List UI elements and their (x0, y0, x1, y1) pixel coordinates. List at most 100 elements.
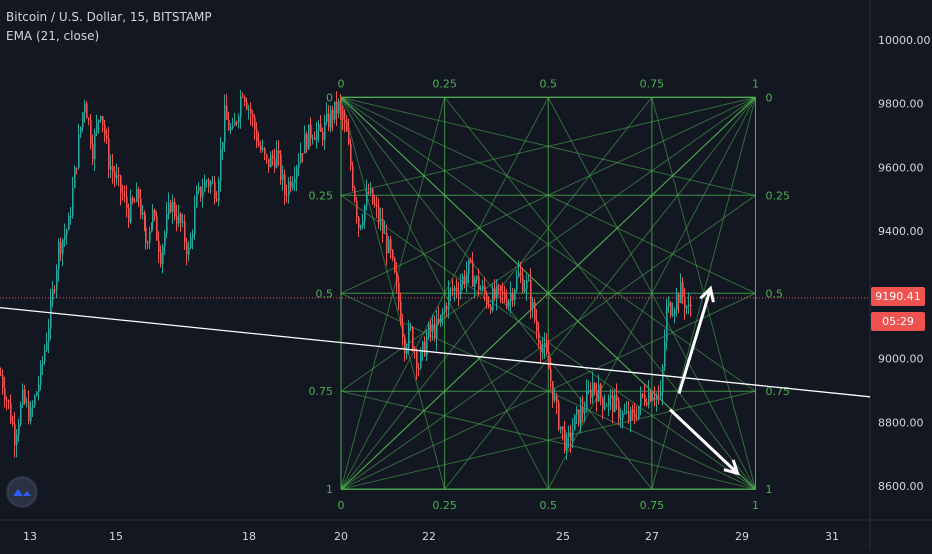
candle-body (606, 405, 608, 407)
candle-body (402, 324, 404, 338)
candle-body (550, 369, 552, 382)
candle-body (450, 288, 452, 291)
fib-label-bottom: 0 (338, 499, 345, 512)
fib-label-top: 1 (752, 77, 759, 90)
candle-body (516, 276, 518, 291)
candle-body (436, 318, 438, 339)
candle-body (120, 175, 122, 193)
candle-body (336, 101, 338, 114)
candle-body (60, 241, 62, 254)
candle-body (604, 406, 606, 409)
candle-body (554, 395, 556, 401)
candle-body (546, 343, 548, 352)
candle-body (662, 366, 664, 393)
candle-body (354, 188, 356, 201)
candle-body (174, 201, 176, 217)
candle-body (610, 395, 612, 398)
candle-body (454, 287, 456, 291)
candle-body (72, 188, 74, 216)
candle-body (190, 237, 192, 249)
candle-body (298, 162, 300, 168)
candle-body (168, 202, 170, 215)
candle-body (280, 153, 282, 180)
x-tick-label: 25 (556, 530, 570, 543)
candle-body (156, 215, 158, 241)
candle-body (50, 300, 52, 329)
legend-indicator: EMA (21, close) (6, 29, 100, 43)
fib-label-top: 0.25 (432, 77, 457, 90)
candle-body (648, 392, 650, 405)
candle-body (400, 301, 402, 325)
candle-body (4, 388, 6, 400)
candle-body (482, 285, 484, 289)
candle-body (272, 155, 274, 159)
candle-body (64, 234, 66, 240)
candle-body (2, 374, 4, 389)
candle-body (182, 221, 184, 223)
candle-body (130, 197, 132, 223)
candle-body (136, 189, 138, 202)
candle-body (164, 233, 166, 247)
candle-body (152, 209, 154, 223)
candle-body (456, 287, 458, 292)
candle-body (562, 426, 564, 430)
candle-body (110, 166, 112, 170)
candle-body (378, 206, 380, 222)
candle-body (372, 188, 374, 204)
candle-body (316, 130, 318, 140)
candle-body (376, 205, 378, 207)
candle-body (204, 181, 206, 192)
candle-body (586, 391, 588, 412)
candle-body (86, 103, 88, 119)
fib-label-right: 0.25 (766, 189, 791, 202)
candle-body (188, 248, 190, 255)
candle-body (256, 129, 258, 143)
candle-body (138, 189, 140, 199)
candle-body (646, 402, 648, 405)
tradingview-logo-icon[interactable] (6, 476, 38, 508)
candle-body (34, 395, 36, 406)
candle-body (520, 272, 522, 276)
candle-body (314, 137, 316, 140)
candle-body (346, 122, 348, 132)
chart-svg[interactable]: 10000.009800.009600.009400.009200.009000… (0, 0, 932, 550)
candle-body (94, 132, 96, 160)
candle-body (216, 198, 218, 201)
candle-body (472, 261, 474, 287)
candle-body (248, 108, 250, 110)
candle-body (48, 328, 50, 343)
candle-body (584, 411, 586, 413)
candle-body (76, 167, 78, 169)
candle-body (608, 397, 610, 406)
candle-body (676, 294, 678, 310)
candle-body (242, 96, 244, 98)
candle-body (18, 424, 20, 435)
candle-body (170, 202, 172, 212)
candle-body (338, 101, 340, 114)
candle-body (104, 124, 106, 136)
candle-body (548, 351, 550, 370)
candle-body (552, 381, 554, 401)
candle-body (54, 289, 56, 291)
candle-body (518, 272, 520, 277)
candle-body (602, 397, 604, 409)
candle-body (352, 165, 354, 189)
candle-body (416, 351, 418, 369)
candle-body (360, 225, 362, 229)
candle-body (98, 120, 100, 123)
candle-body (58, 241, 60, 270)
candle-body (522, 275, 524, 292)
x-tick-label: 18 (242, 530, 256, 543)
chart-root[interactable]: 10000.009800.009600.009400.009200.009000… (0, 0, 932, 550)
candle-body (488, 303, 490, 307)
candle-body (78, 134, 80, 168)
fib-label-top: 0.5 (540, 77, 558, 90)
candle-body (308, 124, 310, 150)
candle-body (44, 350, 46, 362)
candle-body (410, 327, 412, 329)
candle-body (142, 212, 144, 215)
candle-body (222, 142, 224, 150)
candle-body (126, 196, 128, 209)
candle-body (396, 272, 398, 283)
candle-body (160, 252, 162, 264)
